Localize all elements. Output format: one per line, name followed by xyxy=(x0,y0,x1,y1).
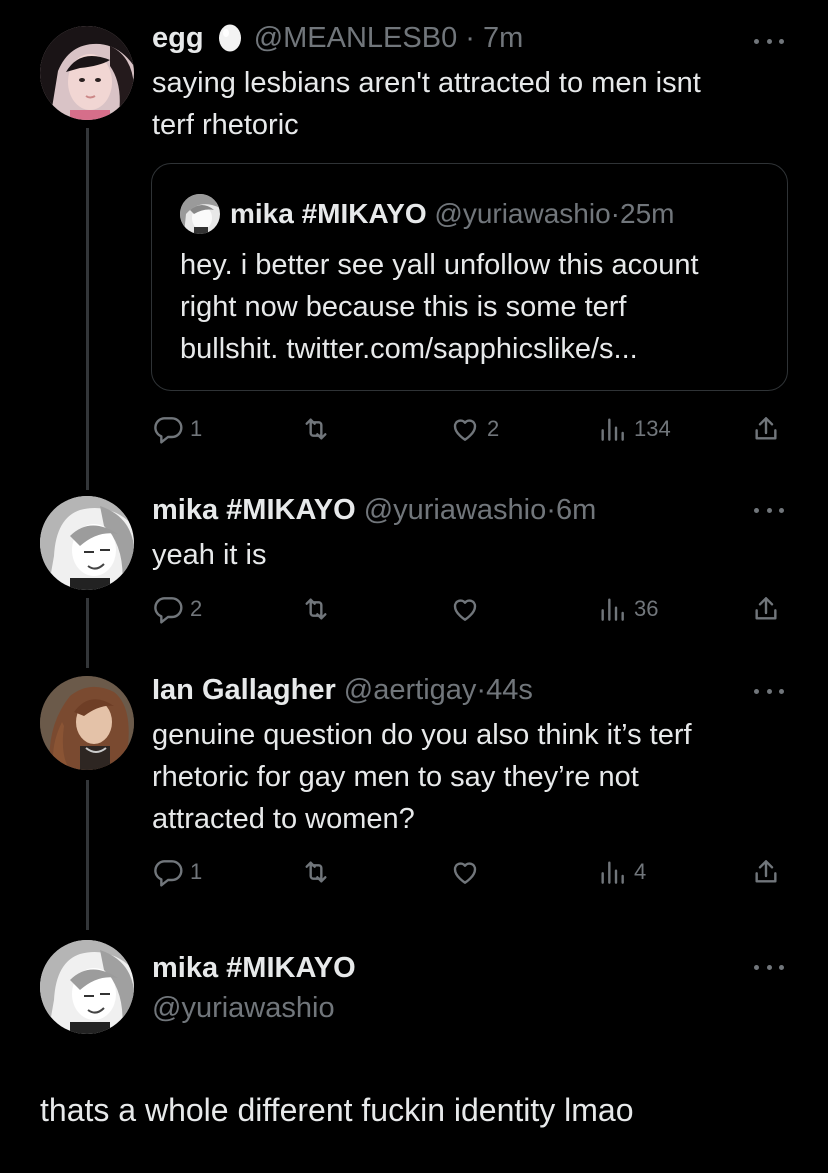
tweet-text: saying lesbians aren't attracted to men … xyxy=(152,62,792,146)
views-count: 4 xyxy=(634,859,647,884)
views-button[interactable]: 134 xyxy=(596,409,671,449)
display-name[interactable]: Ian Gallagher xyxy=(152,674,336,706)
quote-avatar xyxy=(180,194,220,234)
tweet-header: egg @MEANLESB0 · 7m xyxy=(152,20,523,56)
reply-count: 2 xyxy=(190,596,203,621)
like-icon xyxy=(453,599,477,621)
focused-tweet-header: mika #MIKAYO @yuriawashio xyxy=(152,948,356,1028)
handle[interactable]: @yuriawashio xyxy=(152,988,356,1028)
tweet-text: yeah it is xyxy=(152,534,792,576)
reply-button[interactable]: 1 xyxy=(152,409,202,449)
separator-dot: · xyxy=(546,494,556,526)
separator-dot: · xyxy=(476,674,487,706)
more-icon[interactable] xyxy=(754,686,784,696)
like-icon xyxy=(453,419,477,441)
more-icon[interactable] xyxy=(754,505,784,515)
retweet-icon xyxy=(305,861,327,883)
handle[interactable]: @MEANLESB0 xyxy=(254,22,458,54)
avatar[interactable] xyxy=(40,940,134,1034)
retweet-button[interactable] xyxy=(300,589,338,629)
like-button[interactable] xyxy=(449,852,487,892)
views-button[interactable]: 4 xyxy=(596,852,646,892)
tweet-header: mika #MIKAYO @yuriawashio·6m xyxy=(152,492,596,528)
separator-dot: · xyxy=(465,22,475,54)
display-name[interactable]: mika #MIKAYO xyxy=(152,494,356,526)
reply-button[interactable]: 1 xyxy=(152,852,202,892)
avatar[interactable] xyxy=(40,496,134,590)
tweet-text: genuine question do you also think it’s … xyxy=(152,714,792,840)
action-bar: 2 36 xyxy=(152,589,792,629)
text-line: hey. i better see yall unfollow this aco… xyxy=(180,249,699,281)
like-icon xyxy=(453,862,477,884)
retweet-button[interactable] xyxy=(300,409,338,449)
timestamp[interactable]: 44s xyxy=(486,674,533,706)
text-line: attracted to women? xyxy=(152,803,415,835)
like-button[interactable]: 2 xyxy=(449,409,499,449)
views-icon xyxy=(601,861,624,884)
thread-line xyxy=(86,128,89,490)
display-name[interactable]: egg xyxy=(152,22,204,54)
reply-button[interactable]: 2 xyxy=(152,589,202,629)
views-count: 36 xyxy=(634,596,659,621)
text-line: rhetoric for gay men to say they’re not xyxy=(152,761,639,793)
retweet-button[interactable] xyxy=(300,852,338,892)
reply-icon xyxy=(154,860,183,887)
quote-display-name: mika #MIKAYO xyxy=(230,198,427,229)
views-icon xyxy=(601,418,624,441)
views-count: 134 xyxy=(634,416,671,441)
quote-handle: @yuriawashio xyxy=(434,198,611,229)
views-icon xyxy=(601,598,624,621)
focused-tweet-text: thats a whole different fuckin identity … xyxy=(40,1092,634,1128)
reply-icon xyxy=(154,417,183,444)
text-line: yeah it is xyxy=(152,539,267,571)
share-icon xyxy=(755,417,777,440)
like-count: 2 xyxy=(487,416,500,441)
handle[interactable]: @aertigay xyxy=(344,674,477,706)
quote-text: hey. i better see yall unfollow this aco… xyxy=(180,244,780,370)
text-line: terf rhetoric xyxy=(152,109,299,141)
quote-timestamp: 25m xyxy=(620,198,675,229)
avatar[interactable] xyxy=(40,26,134,120)
share-icon xyxy=(755,860,777,883)
tweet-header: Ian Gallagher @aertigay·44s xyxy=(152,672,533,708)
views-button[interactable]: 36 xyxy=(596,589,658,629)
action-bar: 1 2 134 xyxy=(152,409,792,449)
display-name[interactable]: mika #MIKAYO xyxy=(152,948,356,988)
action-bar: 1 4 xyxy=(152,852,792,892)
text-line: saying lesbians aren't attracted to men … xyxy=(152,67,701,99)
more-icon[interactable] xyxy=(754,36,784,46)
thread-line xyxy=(86,598,89,668)
timestamp[interactable]: 6m xyxy=(556,494,596,526)
quote-tweet[interactable]: mika #MIKAYO @yuriawashio · 25m hey. i bet… xyxy=(151,163,788,391)
reply-icon xyxy=(154,597,183,624)
timestamp[interactable]: 7m xyxy=(483,22,523,54)
more-icon[interactable] xyxy=(754,962,784,972)
retweet-icon xyxy=(305,418,327,440)
avatar[interactable] xyxy=(40,676,134,770)
thread-line xyxy=(86,780,89,930)
separator-dot: · xyxy=(610,198,620,229)
text-line: genuine question do you also think it’s … xyxy=(152,719,692,751)
retweet-icon xyxy=(305,598,327,620)
share-button[interactable] xyxy=(750,589,782,629)
reply-count: 1 xyxy=(190,416,203,441)
quote-header: mika #MIKAYO @yuriawashio · 25m xyxy=(180,194,674,234)
share-button[interactable] xyxy=(750,409,782,449)
reply-count: 1 xyxy=(190,859,203,884)
like-button[interactable] xyxy=(449,589,487,629)
share-button[interactable] xyxy=(750,852,782,892)
text-line: right now because this is some terf xyxy=(180,291,627,323)
handle[interactable]: @yuriawashio xyxy=(364,494,547,526)
text-line: bullshit. twitter.com/sapphicslike/s... xyxy=(180,333,638,365)
egg-icon xyxy=(218,22,242,52)
share-icon xyxy=(755,597,777,620)
